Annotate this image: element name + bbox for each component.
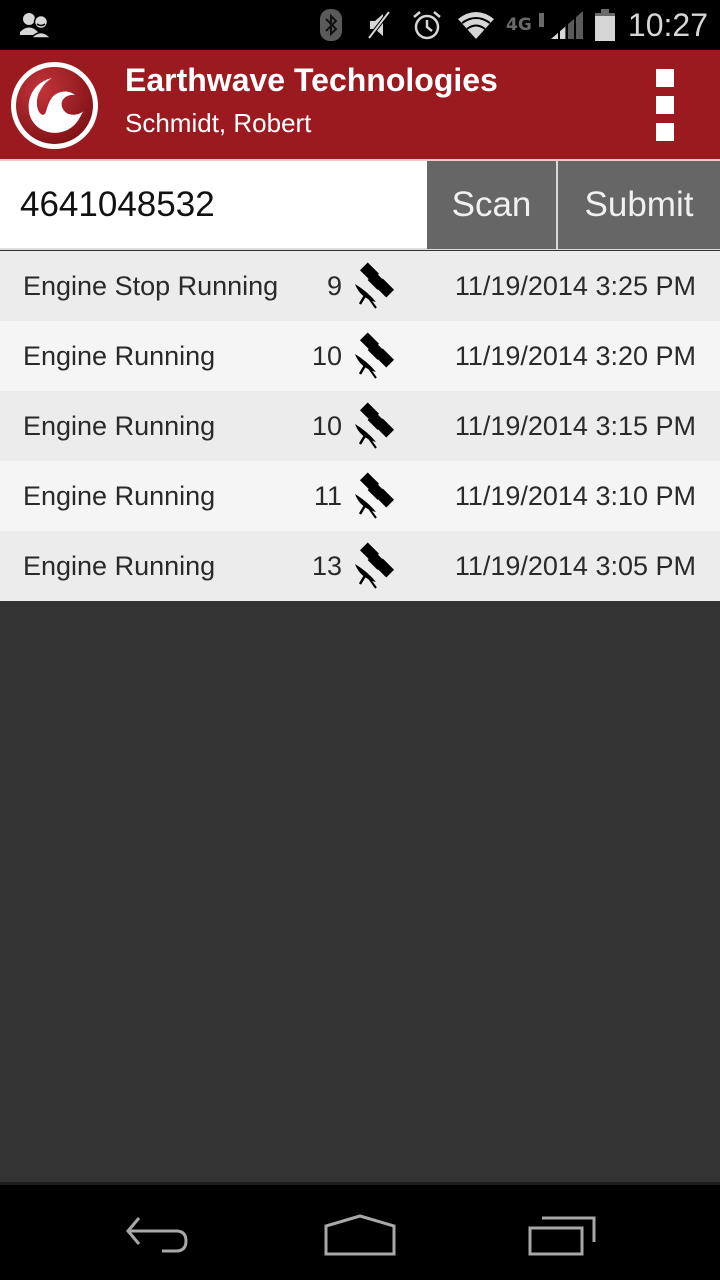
event-row[interactable]: Engine Running 10 11/19/2014 3:15 PM: [0, 391, 720, 461]
event-row[interactable]: Engine Stop Running 9 11/19/2014 3:25 PM: [0, 251, 720, 321]
scan-input-row: Scan Submit: [0, 161, 720, 250]
satellite-count: 10: [311, 341, 342, 371]
satellite-count: 10: [311, 411, 342, 441]
signal-icon: [548, 0, 588, 50]
event-timestamp: 11/19/2014 3:20 PM: [454, 341, 696, 371]
event-timestamp: 11/19/2014 3:10 PM: [454, 481, 696, 511]
gps-satellite-off-icon: [350, 331, 400, 382]
4g-lte-icon: 4G: [506, 0, 546, 50]
device-id-input[interactable]: [0, 161, 427, 248]
muted-icon: [364, 0, 394, 50]
app-title: Earthwave Technologies: [125, 62, 498, 98]
gps-satellite-off-icon: [350, 541, 400, 592]
event-label: Engine Running: [23, 411, 216, 441]
event-row[interactable]: Engine Running 11 11/19/2014 3:10 PM: [0, 461, 720, 531]
status-bar: 4G 10:27: [0, 0, 720, 50]
event-label: Engine Running: [23, 551, 216, 581]
svg-text:4G: 4G: [506, 15, 532, 35]
battery-icon: [592, 0, 618, 50]
app-bar: Earthwave Technologies Schmidt, Robert: [0, 50, 720, 161]
satellite-count: 9: [326, 271, 342, 301]
contacts-sync-icon: [16, 0, 56, 50]
event-row[interactable]: Engine Running 10 11/19/2014 3:20 PM: [0, 321, 720, 391]
navigation-bar: [0, 1182, 720, 1280]
home-icon[interactable]: [315, 1205, 405, 1265]
gps-satellite-off-icon: [350, 401, 400, 452]
event-timestamp: 11/19/2014 3:15 PM: [454, 411, 696, 441]
gps-satellite-off-icon: [350, 471, 400, 522]
event-timestamp: 11/19/2014 3:25 PM: [454, 271, 696, 301]
user-name: Schmidt, Robert: [125, 108, 312, 138]
empty-content-area: [0, 601, 720, 1182]
back-icon[interactable]: [115, 1205, 205, 1265]
satellite-count: 11: [313, 481, 342, 511]
bluetooth-icon: [318, 0, 344, 50]
scan-button[interactable]: Scan: [427, 161, 556, 249]
submit-button[interactable]: Submit: [558, 161, 720, 249]
event-list: Engine Stop Running 9 11/19/2014 3:25 PM…: [0, 251, 720, 601]
earthwave-logo-icon[interactable]: [10, 61, 99, 150]
alarm-icon: [410, 0, 444, 50]
event-timestamp: 11/19/2014 3:05 PM: [454, 551, 696, 581]
recent-apps-icon[interactable]: [518, 1205, 608, 1265]
status-time: 10:27: [627, 7, 708, 43]
wifi-icon: [456, 0, 496, 50]
event-label: Engine Running: [23, 481, 216, 511]
gps-satellite-off-icon: [350, 261, 400, 312]
event-label: Engine Running: [23, 341, 216, 371]
event-label: Engine Stop Running: [23, 271, 279, 301]
overflow-menu-icon[interactable]: [648, 68, 682, 144]
event-row[interactable]: Engine Running 13 11/19/2014 3:05 PM: [0, 531, 720, 601]
satellite-count: 13: [311, 551, 342, 581]
